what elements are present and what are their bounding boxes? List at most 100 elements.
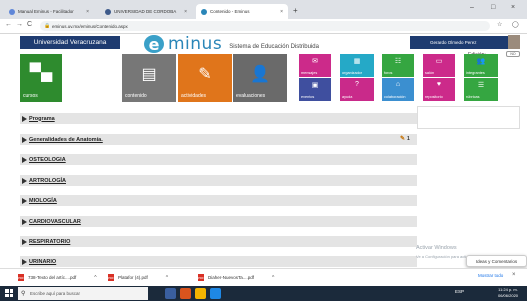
ideas-comentarios-button[interactable]: Ideas y Comentarios xyxy=(466,255,527,267)
lock-icon[interactable]: 🔒 xyxy=(44,23,50,29)
unit-row-artrologia[interactable]: ARTROLOGÍA xyxy=(20,175,417,186)
chevron-up-icon[interactable]: ^ xyxy=(94,275,96,281)
expand-arrow-icon[interactable] xyxy=(22,218,27,225)
browser-tab-universidad[interactable]: UNIVERSIDAD DE CORDOBA × xyxy=(100,4,192,19)
tile-label: foros xyxy=(384,71,393,75)
unit-label[interactable]: MIOLOGÍA xyxy=(29,198,57,204)
tile-repositorio[interactable]: ♥ repositorio xyxy=(423,78,455,101)
tile-colaboracion[interactable]: ⌂ colaboración xyxy=(382,78,414,101)
group-icon: 👥 xyxy=(476,58,486,65)
chevron-up-icon[interactable]: ^ xyxy=(166,275,168,281)
task-view-icon[interactable] xyxy=(165,288,176,299)
tile-contenido[interactable]: ▤ contenido xyxy=(122,54,176,102)
browser-tab-manual[interactable]: Manual Eminus - Facilitador × xyxy=(4,4,94,19)
tile-cursos[interactable]: ▀▄ cursos xyxy=(20,54,62,102)
tile-label: mensajes xyxy=(301,71,318,75)
tile-label: rúbricas xyxy=(466,95,480,99)
minimize-button[interactable]: – xyxy=(470,4,474,11)
tile-label: ayuda xyxy=(342,95,353,99)
windows-taskbar: ⚲ Escribe aquí para buscar ESP 11:24 p. … xyxy=(0,286,527,301)
pdf-icon: PDF xyxy=(18,274,24,281)
browser-tab-contenido[interactable]: Contenido - Eminus × xyxy=(196,4,288,19)
back-icon[interactable]: ← xyxy=(5,21,12,28)
url-field[interactable]: eminus.uv.mx/eminus/Contenido.aspx xyxy=(40,21,490,31)
download-item[interactable]: PDF 738-Texto del artíc....pdf ^ xyxy=(18,274,97,281)
pdf-icon: PDF xyxy=(108,274,114,281)
expand-arrow-icon[interactable] xyxy=(22,197,27,204)
unit-row-cardiovascular[interactable]: CARDIOVASCULAR xyxy=(20,216,417,227)
edit-icon: ✎ xyxy=(400,136,406,142)
unit-row-urinario[interactable]: URINARIO xyxy=(20,256,417,267)
tile-evaluaciones[interactable]: 👤 evaluaciones xyxy=(233,54,287,102)
expand-arrow-icon[interactable] xyxy=(22,238,27,245)
star-icon[interactable]: ☆ xyxy=(497,21,502,28)
chrome-icon[interactable] xyxy=(210,288,221,299)
download-item[interactable]: PDF Diaher-NuevosTa....pdf ^ xyxy=(198,274,274,281)
tile-rubricas[interactable]: ☰ rúbricas xyxy=(464,78,498,101)
taskbar-search-input[interactable]: ⚲ Escribe aquí para buscar xyxy=(18,287,148,300)
tile-mensajes[interactable]: ✉ mensajes xyxy=(299,54,331,77)
tray-language[interactable]: ESP xyxy=(455,289,464,294)
tab-close-icon[interactable]: × xyxy=(86,9,89,15)
new-tab-button[interactable]: + xyxy=(293,6,298,15)
activity-count: 1 xyxy=(407,135,410,142)
file-explorer-icon[interactable] xyxy=(195,288,206,299)
unit-row-respiratorio[interactable]: RESPIRATORIO xyxy=(20,236,417,247)
unit-label[interactable]: CARDIOVASCULAR xyxy=(29,219,81,225)
unit-label[interactable]: Programa xyxy=(29,116,55,122)
tab-favicon-icon xyxy=(201,8,207,15)
maximize-button[interactable]: □ xyxy=(491,4,495,11)
tile-organizador[interactable]: ▦ organizador xyxy=(340,54,374,77)
tile-ayuda[interactable]: ? ayuda xyxy=(340,78,374,101)
search-placeholder: Escribe aquí para buscar xyxy=(30,291,81,296)
expand-arrow-icon[interactable] xyxy=(22,156,27,163)
classroom-icon: ▭ xyxy=(435,58,443,65)
unit-label[interactable]: OSTEOLOGIA xyxy=(29,157,66,163)
eminus-logo: e minus Sistema de Educación Distribuida xyxy=(144,34,319,54)
tile-actividades[interactable]: ✎ actividades xyxy=(178,54,232,102)
edicion-toggle[interactable]: NO xyxy=(506,51,520,57)
unit-row-programa[interactable]: Programa xyxy=(20,113,417,124)
unit-label[interactable]: Generalidades de Anatomía. xyxy=(29,137,103,143)
office-icon[interactable] xyxy=(180,288,191,299)
tile-integrantes[interactable]: 👥 integrantes xyxy=(464,54,498,77)
reload-icon[interactable]: C xyxy=(27,21,32,28)
tile-eventos[interactable]: ▣ eventos xyxy=(299,78,331,101)
forum-icon: ☷ xyxy=(394,58,402,65)
tab-close-icon[interactable]: × xyxy=(280,9,283,15)
taskbar-clock[interactable]: 11:24 p. m. 06/06/2020 xyxy=(498,287,518,299)
university-banner[interactable]: Universidad Veracruzana xyxy=(20,36,120,49)
unit-label[interactable]: URINARIO xyxy=(29,259,56,265)
expand-arrow-icon[interactable] xyxy=(22,177,27,184)
browser-tab-bar: Manual Eminus - Facilitador × UNIVERSIDA… xyxy=(0,0,527,19)
url-text: eminus.uv.mx/eminus/Contenido.aspx xyxy=(52,23,128,29)
unit-label[interactable]: RESPIRATORIO xyxy=(29,239,70,245)
forward-icon[interactable]: → xyxy=(16,21,23,28)
windows-start-icon[interactable] xyxy=(5,289,13,297)
edit-icon: ✎ xyxy=(198,66,212,83)
profile-icon[interactable]: ◯ xyxy=(512,21,519,28)
expand-arrow-icon[interactable] xyxy=(22,115,27,122)
tile-foros[interactable]: ☷ foros xyxy=(382,54,414,77)
avatar[interactable] xyxy=(508,35,520,49)
tile-salon[interactable]: ▭ salón xyxy=(423,54,455,77)
unit-row-miologia[interactable]: MIOLOGÍA xyxy=(20,195,417,206)
user-check-icon: 👤 xyxy=(250,66,270,83)
user-name-banner[interactable]: Gerardo Olmedo Perez xyxy=(410,36,508,49)
unit-label[interactable]: ARTROLOGÍA xyxy=(29,178,66,184)
unit-row-generalidades[interactable]: Generalidades de Anatomía. ✎ 1 xyxy=(20,134,417,145)
close-downloads-icon[interactable]: × xyxy=(512,272,516,278)
tile-label: actividades xyxy=(181,93,207,99)
activity-badge[interactable]: ✎ 1 xyxy=(400,135,410,143)
clock-date: 06/06/2020 xyxy=(498,293,519,298)
close-window-button[interactable]: × xyxy=(511,4,515,11)
download-filename: 738-Texto del artíc....pdf xyxy=(28,275,77,280)
expand-arrow-icon[interactable] xyxy=(22,258,27,265)
unit-row-osteologia[interactable]: OSTEOLOGIA xyxy=(20,154,417,165)
chevron-up-icon[interactable]: ^ xyxy=(272,275,274,281)
download-item[interactable]: PDF Platafor (4).pdf ^ xyxy=(108,274,168,281)
expand-arrow-icon[interactable] xyxy=(22,136,27,143)
tab-close-icon[interactable]: × xyxy=(184,9,187,15)
show-all-downloads-link[interactable]: Mostrar todo xyxy=(478,273,503,278)
activate-windows-watermark: Activar Windows xyxy=(416,245,457,251)
